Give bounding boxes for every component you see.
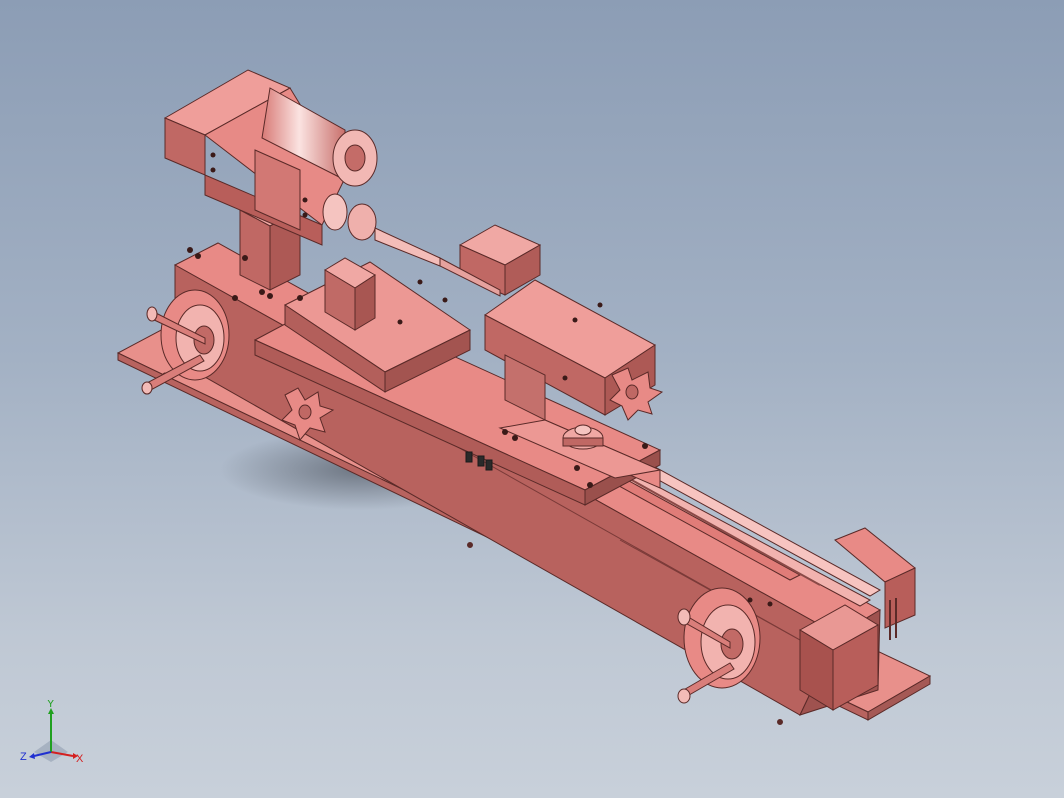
lathe-3d-model[interactable]: [0, 0, 1064, 798]
triad-x-label: X: [76, 753, 84, 765]
coordinate-triad: X Y Z: [20, 700, 84, 765]
cad-viewport[interactable]: X Y Z: [0, 0, 1064, 798]
triad-z-label: Z: [20, 751, 27, 763]
triad-z-arrow-icon: [29, 753, 35, 759]
triad-y-label: Y: [47, 700, 55, 710]
